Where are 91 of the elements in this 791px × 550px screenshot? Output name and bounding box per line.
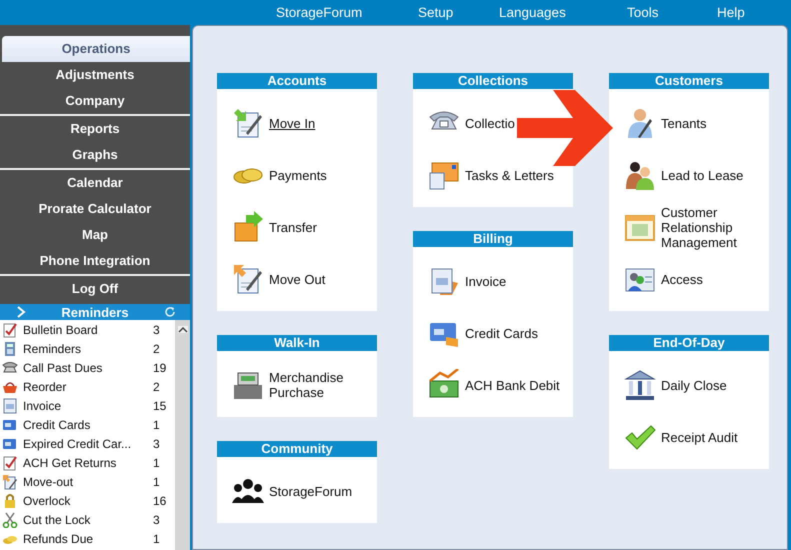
reminder-label: Reminders: [23, 342, 82, 356]
reminders-title: Reminders: [60, 304, 130, 320]
reminder-label: ACH Get Returns: [23, 456, 118, 470]
sidebar-item[interactable]: Operations: [2, 36, 190, 62]
sidebar-item[interactable]: Map: [0, 222, 190, 248]
section-title: Walk-In: [217, 335, 377, 351]
reminder-label: Move-out: [23, 474, 74, 488]
section-title: Billing: [413, 231, 573, 247]
menu-link[interactable]: Daily Close: [661, 378, 727, 392]
box-arrow-icon: [232, 211, 264, 243]
reminder-row[interactable]: Reminders 2: [0, 339, 175, 358]
menu-item[interactable]: Tools: [627, 5, 717, 20]
reminder-count: 1: [153, 456, 161, 470]
sidebar-item[interactable]: Graphs: [0, 142, 190, 168]
reminder-row[interactable]: Invoice 15: [0, 396, 175, 415]
reminder-row[interactable]: Move-out 1: [0, 472, 175, 491]
document-icon: [2, 398, 18, 414]
reminder-row[interactable]: Overlock 16: [0, 491, 175, 510]
calculator-icon: [2, 340, 18, 356]
reminder-label: Overlock: [23, 494, 72, 508]
sidebar-item[interactable]: Reports: [0, 116, 190, 142]
sidebar-item[interactable]: Adjustments: [0, 62, 190, 88]
menu-link[interactable]: StorageForum: [269, 484, 352, 498]
menu-link[interactable]: Move Out: [269, 272, 326, 286]
document-pencil-icon: [2, 474, 18, 490]
reminder-count: 19: [153, 360, 168, 374]
menu-link[interactable]: Customer Relationship Management: [661, 204, 769, 250]
reminder-count: 1: [153, 418, 161, 432]
reminder-count: 15: [153, 398, 168, 412]
menu-link[interactable]: Tasks & Letters: [465, 168, 554, 182]
menu-link[interactable]: Access: [661, 272, 703, 286]
menu-link[interactable]: Move In: [269, 116, 316, 130]
reminder-row[interactable]: Cut the Lock 3: [0, 510, 175, 529]
reminder-count: 3: [153, 512, 161, 526]
sidebar-item[interactable]: Phone Integration: [0, 248, 190, 274]
section-title: Accounts: [217, 73, 377, 89]
padlock-icon: [2, 492, 18, 508]
telephone-icon: [2, 360, 18, 376]
menu-link[interactable]: Merchandise Purchase: [269, 370, 377, 400]
reminder-row[interactable]: Credit Cards 1: [0, 415, 175, 434]
people-icon: [624, 159, 656, 191]
section-title: Collections: [413, 73, 573, 89]
reminder-count: 3: [153, 322, 161, 336]
reminder-count: 2: [153, 342, 161, 356]
menu-link[interactable]: Transfer: [269, 220, 317, 234]
document-pencil-icon: [232, 107, 264, 139]
reminder-row[interactable]: Reorder 2: [0, 377, 175, 396]
menu-item[interactable]: Help: [717, 5, 745, 20]
section-title: Community: [217, 441, 377, 457]
section-title: Customers: [609, 73, 769, 89]
menu-link[interactable]: Lead to Lease: [661, 168, 744, 182]
reminder-row[interactable]: Expired Credit Car... 3: [0, 434, 175, 453]
reminder-label: Cut the Lock: [23, 512, 92, 526]
chevron-icon[interactable]: [16, 306, 26, 318]
menu-item[interactable]: Languages: [499, 5, 627, 20]
menu-link[interactable]: Tenants: [661, 116, 707, 130]
reminder-count: 1: [153, 532, 161, 546]
refresh-icon[interactable]: [164, 306, 176, 318]
menu-item[interactable]: StorageForum: [276, 5, 418, 20]
reminder-row[interactable]: ACH Get Returns 1: [0, 453, 175, 472]
menu-link[interactable]: ACH Bank Debit: [465, 378, 560, 392]
reminder-label: Refunds Due: [23, 532, 94, 546]
reminder-label: Reorder: [23, 380, 68, 394]
section-title: End-Of-Day: [609, 335, 769, 351]
menu-link[interactable]: Payments: [269, 168, 327, 182]
menu-link[interactable]: Credit Cards: [465, 326, 538, 340]
reminder-count: 16: [153, 494, 168, 508]
menu-link[interactable]: Receipt Audit: [661, 430, 738, 444]
reminder-label: Expired Credit Car...: [23, 436, 132, 450]
reminder-label: Invoice: [23, 398, 62, 412]
reminder-count: 1: [153, 474, 161, 488]
sidebar-item[interactable]: Prorate Calculator: [0, 196, 190, 222]
sidebar-item[interactable]: Log Off: [0, 276, 190, 302]
scrollbar[interactable]: [175, 320, 190, 550]
reminder-label: Call Past Dues: [23, 360, 104, 374]
menu-link[interactable]: Collectio: [465, 116, 515, 130]
reminder-label: Credit Cards: [23, 418, 92, 432]
menu-item[interactable]: Setup: [418, 5, 499, 20]
scissors-icon: [2, 512, 18, 528]
scroll-up-icon[interactable]: [178, 326, 188, 333]
reminder-row[interactable]: Refunds Due 1: [0, 529, 175, 548]
reminder-row[interactable]: Bulletin Board 3: [0, 320, 175, 339]
sidebar-item[interactable]: Calendar: [0, 170, 190, 196]
document-pencil-icon: [232, 263, 264, 295]
reminder-label: Bulletin Board: [23, 322, 99, 336]
reminder-row[interactable]: Call Past Dues 19: [0, 358, 175, 377]
reminder-count: 3: [153, 436, 161, 450]
reminder-count: 2: [153, 380, 161, 394]
bank-building-icon: [624, 369, 656, 401]
sidebar-item[interactable]: Company: [0, 88, 190, 114]
menu-link[interactable]: Invoice: [465, 274, 506, 288]
